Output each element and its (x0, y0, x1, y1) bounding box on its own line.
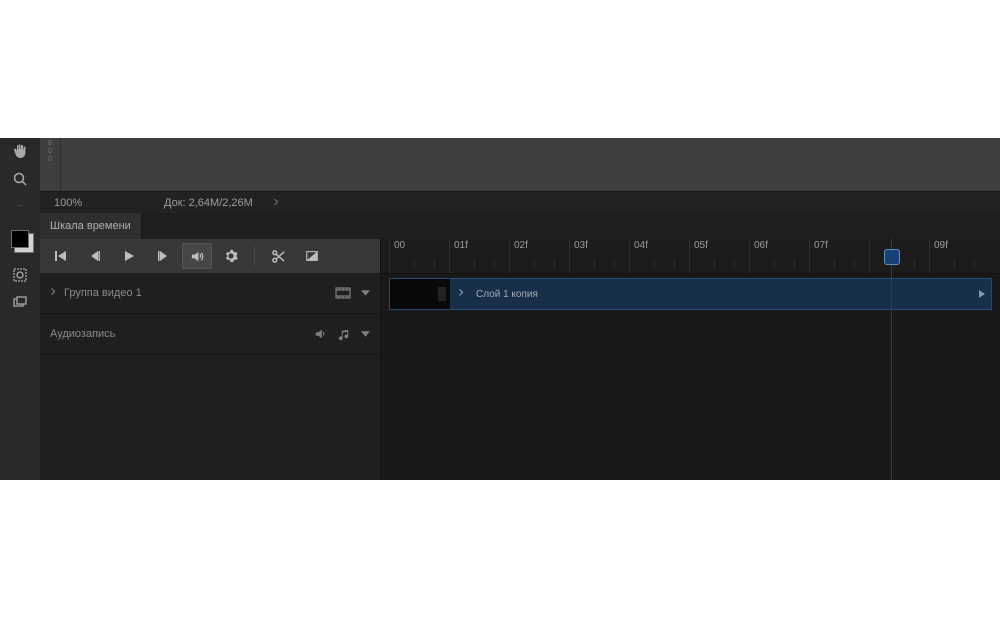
app-window: 8 0 0 100% Док: 2,64M/2,26M Шкала времен… (0, 138, 1000, 480)
ruler-tick-label: 04f (634, 240, 648, 251)
quickmask-icon[interactable] (11, 266, 29, 284)
clip-end-handle-icon[interactable] (977, 289, 987, 299)
panel-tab-bar: Шкала времени (40, 213, 1000, 240)
track-menu-chevron-icon[interactable] (361, 331, 370, 337)
screen-mode-icon[interactable] (11, 294, 29, 312)
more-tools-icon[interactable] (11, 198, 29, 216)
speaker-icon[interactable] (314, 327, 328, 341)
transport-bar (40, 239, 380, 273)
ruler-tick-label: 07f (814, 240, 828, 251)
music-note-icon[interactable] (338, 328, 351, 341)
ruler-tick-label: 09f (934, 240, 948, 251)
ruler-digit: 0 (40, 156, 60, 164)
track-label: Группа видео 1 (64, 287, 142, 299)
track-menu-chevron-icon[interactable] (361, 290, 370, 296)
zoom-level[interactable]: 100% (54, 197, 164, 209)
time-ruler[interactable]: 00 01f 02f 03f 04f 05f 06f 07f 09f (381, 239, 1000, 274)
canvas-area[interactable] (61, 138, 1000, 191)
status-bar: 100% Док: 2,64M/2,26M (40, 191, 1000, 215)
prev-frame-button[interactable] (80, 243, 110, 269)
ruler-tick-label: 06f (754, 240, 768, 251)
next-frame-button[interactable] (148, 243, 178, 269)
video-clip[interactable]: Слой 1 копия (389, 278, 992, 310)
ruler-tick-label: 00 (394, 240, 405, 251)
color-swatch[interactable] (11, 230, 29, 248)
ruler-tick-label: 02f (514, 240, 528, 251)
play-button[interactable] (114, 243, 144, 269)
ruler-tick: 04f (629, 239, 648, 273)
separator (254, 246, 255, 266)
ruler-digit: 0 (40, 148, 60, 156)
document-size: Док: 2,64M/2,26M (164, 197, 253, 209)
chevron-right-icon (458, 288, 464, 300)
video-clip-row: Слой 1 копия (381, 273, 1000, 313)
track-list-pane: Группа видео 1 Аудиозапись (40, 239, 381, 480)
ruler-tick (869, 239, 874, 273)
ruler-tick: 06f (749, 239, 768, 273)
settings-button[interactable] (216, 243, 246, 269)
hand-tool-icon[interactable] (11, 142, 29, 160)
ruler-tick: 09f (929, 239, 948, 273)
ruler-tick-label: 03f (574, 240, 588, 251)
tab-timeline[interactable]: Шкала времени (40, 213, 142, 239)
ruler-tick: 00 (389, 239, 405, 273)
audio-track-row[interactable]: Аудиозапись (40, 314, 380, 355)
ruler-tick-label: 05f (694, 240, 708, 251)
canvas-row: 8 0 0 (40, 138, 1000, 191)
ruler-digit: 8 (40, 140, 60, 148)
playhead[interactable] (891, 239, 892, 480)
video-group-track-row[interactable]: Группа видео 1 (40, 273, 380, 314)
clip-label: Слой 1 копия (476, 289, 538, 300)
vertical-ruler: 8 0 0 (40, 138, 61, 191)
timeline: Группа видео 1 Аудиозапись (40, 239, 1000, 480)
clip-thumbnail (390, 279, 450, 309)
ruler-tick: 05f (689, 239, 708, 273)
playhead-handle-icon[interactable] (884, 249, 900, 265)
ruler-tick: 03f (569, 239, 588, 273)
tracks-area[interactable]: 00 01f 02f 03f 04f 05f 06f 07f 09f Слой 1 копия (381, 239, 1000, 480)
track-label: Аудиозапись (50, 328, 115, 340)
split-clip-button[interactable] (263, 243, 293, 269)
transition-button[interactable] (297, 243, 327, 269)
chevron-right-icon (50, 287, 56, 299)
statusbar-chevron-icon[interactable] (273, 197, 279, 210)
mute-audio-button[interactable] (182, 243, 212, 269)
timeline-panel: Шкала времени (40, 213, 1000, 480)
go-first-frame-button[interactable] (46, 243, 76, 269)
ruler-tick: 02f (509, 239, 528, 273)
filmstrip-icon[interactable] (335, 287, 351, 299)
zoom-tool-icon[interactable] (11, 170, 29, 188)
tool-strip (0, 138, 41, 480)
ruler-tick: 01f (449, 239, 468, 273)
ruler-tick-label: 01f (454, 240, 468, 251)
ruler-tick: 07f (809, 239, 828, 273)
